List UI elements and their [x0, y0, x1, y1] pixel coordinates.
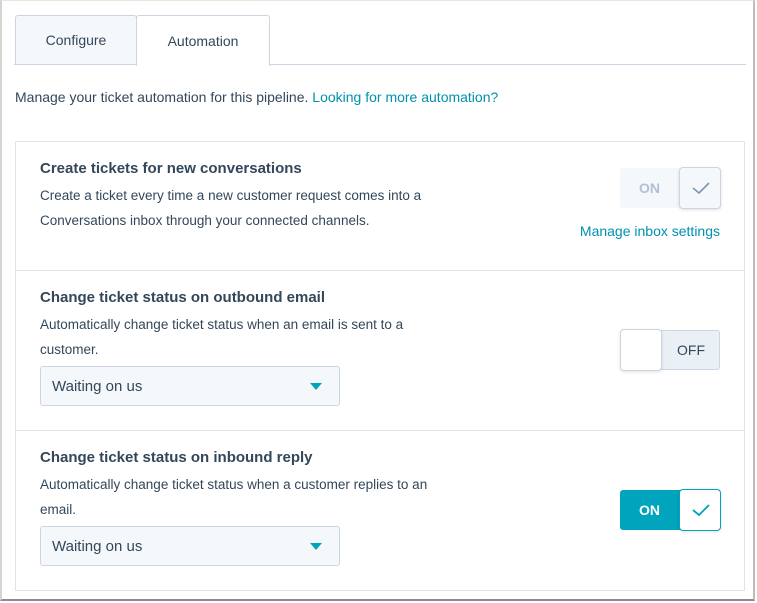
select-value: Waiting on us [52, 537, 143, 555]
check-icon [692, 504, 710, 517]
tab-configure[interactable]: Configure [15, 15, 137, 64]
automation-title: Change ticket status on inbound reply [40, 449, 313, 466]
caret-down-icon [310, 543, 322, 550]
inbound-status-select[interactable]: Waiting on us [40, 526, 340, 566]
outbound-status-select[interactable]: Waiting on us [40, 366, 340, 406]
more-automation-link[interactable]: Looking for more automation? [312, 89, 498, 105]
automation-title: Create tickets for new conversations [40, 160, 302, 177]
toggle-knob [679, 489, 721, 531]
intro-description: Manage your ticket automation for this p… [15, 89, 309, 105]
automation-card-inbound-reply: Change ticket status on inbound reply Au… [15, 430, 745, 591]
automation-title: Change ticket status on outbound email [40, 289, 326, 306]
tab-automation[interactable]: Automation [136, 15, 270, 66]
automation-description: Automatically change ticket status when … [40, 317, 404, 357]
window-frame: Configure Automation Manage your ticket … [0, 0, 755, 601]
create-tickets-toggle[interactable]: ON [620, 167, 721, 209]
caret-down-icon [310, 383, 322, 390]
check-icon [692, 182, 710, 195]
tab-bar: Configure Automation [14, 15, 746, 66]
select-value: Waiting on us [52, 377, 143, 395]
manage-inbox-settings-link[interactable]: Manage inbox settings [580, 223, 720, 239]
automation-description: Automatically change ticket status when … [40, 477, 428, 517]
automation-description: Create a ticket every time a new custome… [40, 188, 422, 228]
automation-card-outbound-email: Change ticket status on outbound email A… [15, 270, 745, 431]
outbound-email-toggle[interactable]: OFF [620, 329, 721, 371]
toggle-knob [679, 167, 721, 209]
automation-card-create-tickets: Create tickets for new conversations Cre… [15, 141, 745, 271]
inbound-reply-toggle[interactable]: ON [620, 489, 721, 531]
toggle-knob [620, 329, 662, 371]
intro-text: Manage your ticket automation for this p… [15, 89, 498, 105]
